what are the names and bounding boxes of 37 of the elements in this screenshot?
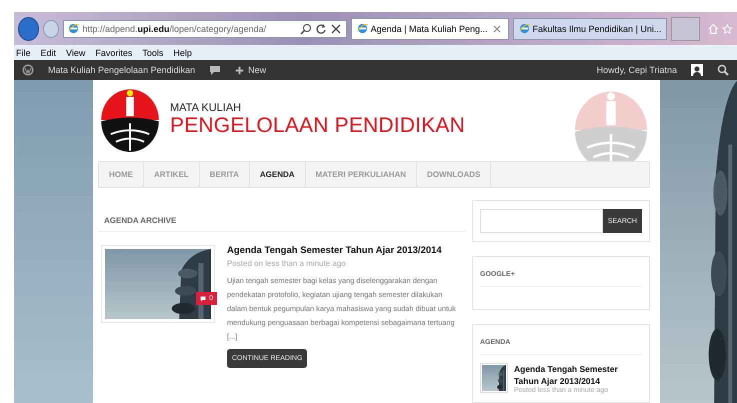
star-icon[interactable] xyxy=(722,22,734,34)
comment-icon[interactable] xyxy=(209,64,222,76)
archive-heading: AGENDA ARCHIVE xyxy=(98,206,466,232)
nav-item[interactable]: AGENDA xyxy=(250,162,306,187)
browser-icon xyxy=(356,23,368,34)
avatar-icon[interactable] xyxy=(691,64,703,76)
browser-tab[interactable]: Agenda | Mata Kuliah Peng... xyxy=(350,18,509,40)
comment-icon xyxy=(200,296,206,302)
search-icon[interactable] xyxy=(717,64,729,76)
plus-icon xyxy=(235,66,244,74)
faded-logo-drawing xyxy=(575,92,647,161)
agenda-item-title[interactable]: Agenda Tengah Semester Tahun Ajar 2013/2014 xyxy=(514,363,629,387)
site-title: PENGELOLAAN PENDIDIKAN xyxy=(170,114,465,138)
close-icon[interactable] xyxy=(330,22,342,34)
menu-item[interactable]: Help xyxy=(173,48,192,58)
back-button[interactable] xyxy=(18,16,40,40)
menu-item[interactable]: Favorites xyxy=(95,48,132,58)
agenda-thumbnail[interactable] xyxy=(480,363,508,393)
menu-item[interactable]: Edit xyxy=(40,48,56,58)
search-field[interactable] xyxy=(480,209,603,233)
menu-item[interactable]: Tools xyxy=(142,48,164,58)
site-name-link[interactable]: Mata Kuliah Pengelolaan Pendidikan xyxy=(48,65,196,75)
browser-icon xyxy=(518,23,530,34)
menu-item[interactable]: View xyxy=(66,48,86,58)
menu-item[interactable]: File xyxy=(16,48,31,58)
account-link[interactable]: Howdy, Cepi Triatna xyxy=(596,65,677,75)
post-title[interactable]: Agenda Tengah Semester Tahun Ajar 2013/2014 xyxy=(227,245,463,256)
wordpress-icon[interactable] xyxy=(22,64,34,76)
browser-tab[interactable]: Fakultas Ilmu Pendidikan | Uni... xyxy=(512,18,668,40)
post-meta: Posted on less than a minute ago xyxy=(227,259,347,268)
browser-icon xyxy=(68,23,80,34)
site-subtitle: MATA KULIAH xyxy=(170,102,242,114)
new-link[interactable]: New xyxy=(235,65,266,75)
address-bar[interactable]: http://adpend.upi.edu/lopen/category/agenda/ xyxy=(63,20,347,38)
logo-drawing xyxy=(101,90,159,152)
search-icon[interactable] xyxy=(300,22,312,34)
refresh-icon[interactable] xyxy=(314,22,327,34)
